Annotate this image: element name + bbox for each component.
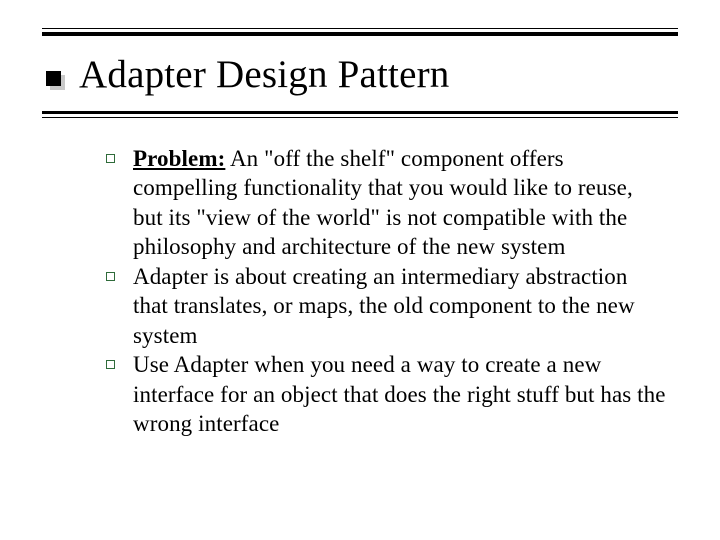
bullet-body: Use Adapter when you need a way to creat…: [133, 352, 666, 436]
title-bullet-icon: [46, 71, 61, 86]
bullet-text: Adapter is about creating an intermediar…: [133, 262, 668, 350]
list-item: Adapter is about creating an intermediar…: [106, 262, 668, 350]
bullet-text: Problem: An "off the shelf" component of…: [133, 144, 668, 262]
bullet-label: Problem:: [133, 146, 225, 171]
under-title-rule-thick: [42, 111, 678, 114]
bullet-body: Adapter is about creating an intermediar…: [133, 264, 635, 348]
bullet-text: Use Adapter when you need a way to creat…: [133, 350, 668, 438]
top-rule-thick: [42, 32, 678, 36]
bullet-icon: [106, 272, 115, 281]
bullet-list: Problem: An "off the shelf" component of…: [42, 144, 678, 438]
under-title-rule-thin: [42, 117, 678, 118]
slide-title: Adapter Design Pattern: [79, 52, 449, 97]
slide-title-row: Adapter Design Pattern: [42, 52, 678, 97]
list-item: Use Adapter when you need a way to creat…: [106, 350, 668, 438]
list-item: Problem: An "off the shelf" component of…: [106, 144, 668, 262]
bullet-icon: [106, 154, 115, 163]
bullet-icon: [106, 360, 115, 369]
